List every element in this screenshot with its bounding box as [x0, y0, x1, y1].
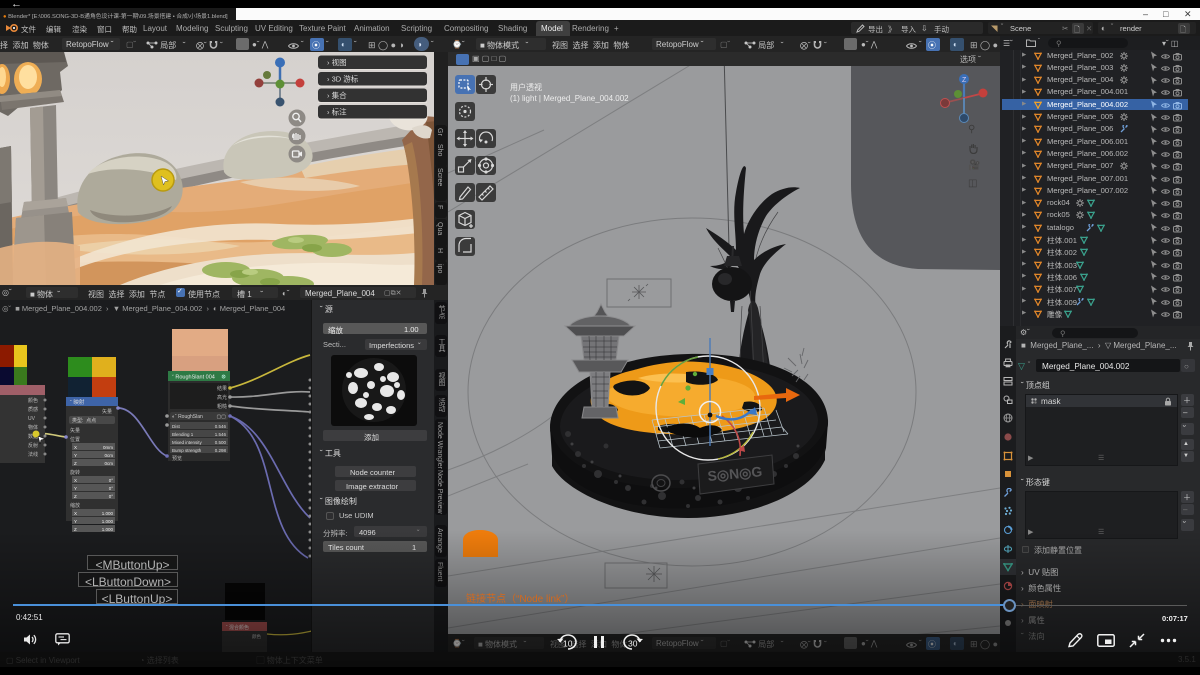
- svg-text:反射: 反射: [28, 442, 38, 449]
- svg-text:˘ 映射: ˘ 映射: [69, 398, 85, 406]
- svg-text:0°: 0°: [109, 494, 114, 499]
- svg-text:粗糙: 粗糙: [217, 403, 227, 410]
- svg-text:Mixed intensity: Mixed intensity: [172, 440, 203, 445]
- svg-text:位置: 位置: [70, 436, 80, 443]
- svg-text:物体: 物体: [28, 424, 38, 431]
- svg-text:10: 10: [563, 639, 573, 649]
- svg-text:UV: UV: [28, 416, 36, 422]
- svg-text:0.500: 0.500: [215, 440, 227, 445]
- svg-text:类型: 点点: 类型: 点点: [72, 417, 96, 424]
- svg-text:X: X: [74, 445, 77, 450]
- svg-text:高光: 高光: [217, 394, 227, 401]
- svg-text:Blending 1: Blending 1: [172, 432, 194, 437]
- svg-text:0°: 0°: [109, 486, 114, 491]
- svg-text:矢量: 矢量: [70, 427, 80, 434]
- svg-text:0.298: 0.298: [215, 448, 227, 453]
- svg-text:Dist: Dist: [172, 424, 180, 429]
- svg-text:› 集合: › 集合: [327, 90, 347, 100]
- svg-text:˘ 混合颜色: ˘ 混合颜色: [225, 624, 249, 631]
- svg-text:0°: 0°: [109, 478, 114, 483]
- svg-text:Y: Y: [74, 486, 77, 491]
- svg-text:Y: Y: [74, 519, 77, 524]
- svg-text:Z: Z: [962, 77, 967, 84]
- svg-text:◐˘ RoughSlan: ◐˘ RoughSlan: [172, 413, 203, 420]
- svg-text:Z: Z: [74, 494, 77, 499]
- svg-text:› 标注: › 标注: [327, 107, 347, 117]
- svg-text:0mm: 0mm: [103, 445, 113, 450]
- svg-text:质感: 质感: [28, 406, 38, 413]
- svg-text:› 视图: › 视图: [327, 57, 347, 67]
- svg-text:Bump strength: Bump strength: [172, 448, 202, 453]
- svg-text:缩放: 缩放: [70, 502, 80, 509]
- svg-text:法线: 法线: [28, 451, 38, 458]
- svg-text:› 3D 游标: › 3D 游标: [327, 74, 359, 84]
- svg-text:Y: Y: [74, 453, 77, 458]
- svg-text:旋转: 旋转: [70, 469, 80, 476]
- svg-text:▢▢: ▢▢: [217, 414, 227, 420]
- svg-text:0cm: 0cm: [104, 453, 113, 458]
- svg-text:˘ RoughSlant 004: ˘ RoughSlant 004: [171, 374, 215, 381]
- svg-text:1.546: 1.546: [215, 432, 227, 437]
- svg-text:0cm: 0cm: [104, 461, 113, 466]
- svg-text:X: X: [74, 511, 77, 516]
- svg-text:⚙: ⚙: [221, 374, 226, 381]
- svg-text:Z: Z: [74, 461, 77, 466]
- svg-text:0.546: 0.546: [215, 424, 227, 429]
- svg-text:X: X: [74, 478, 77, 483]
- svg-text:1.000: 1.000: [102, 511, 114, 516]
- svg-text:1.000: 1.000: [102, 519, 114, 524]
- svg-text:颜色: 颜色: [252, 633, 261, 640]
- svg-text:1.000: 1.000: [102, 527, 114, 532]
- svg-text:Z: Z: [74, 527, 77, 532]
- svg-text:30: 30: [628, 639, 638, 649]
- svg-text:结果: 结果: [217, 385, 227, 392]
- svg-text:预览: 预览: [172, 455, 182, 462]
- svg-text:颜色: 颜色: [28, 397, 38, 404]
- svg-text:矢量: 矢量: [102, 408, 112, 415]
